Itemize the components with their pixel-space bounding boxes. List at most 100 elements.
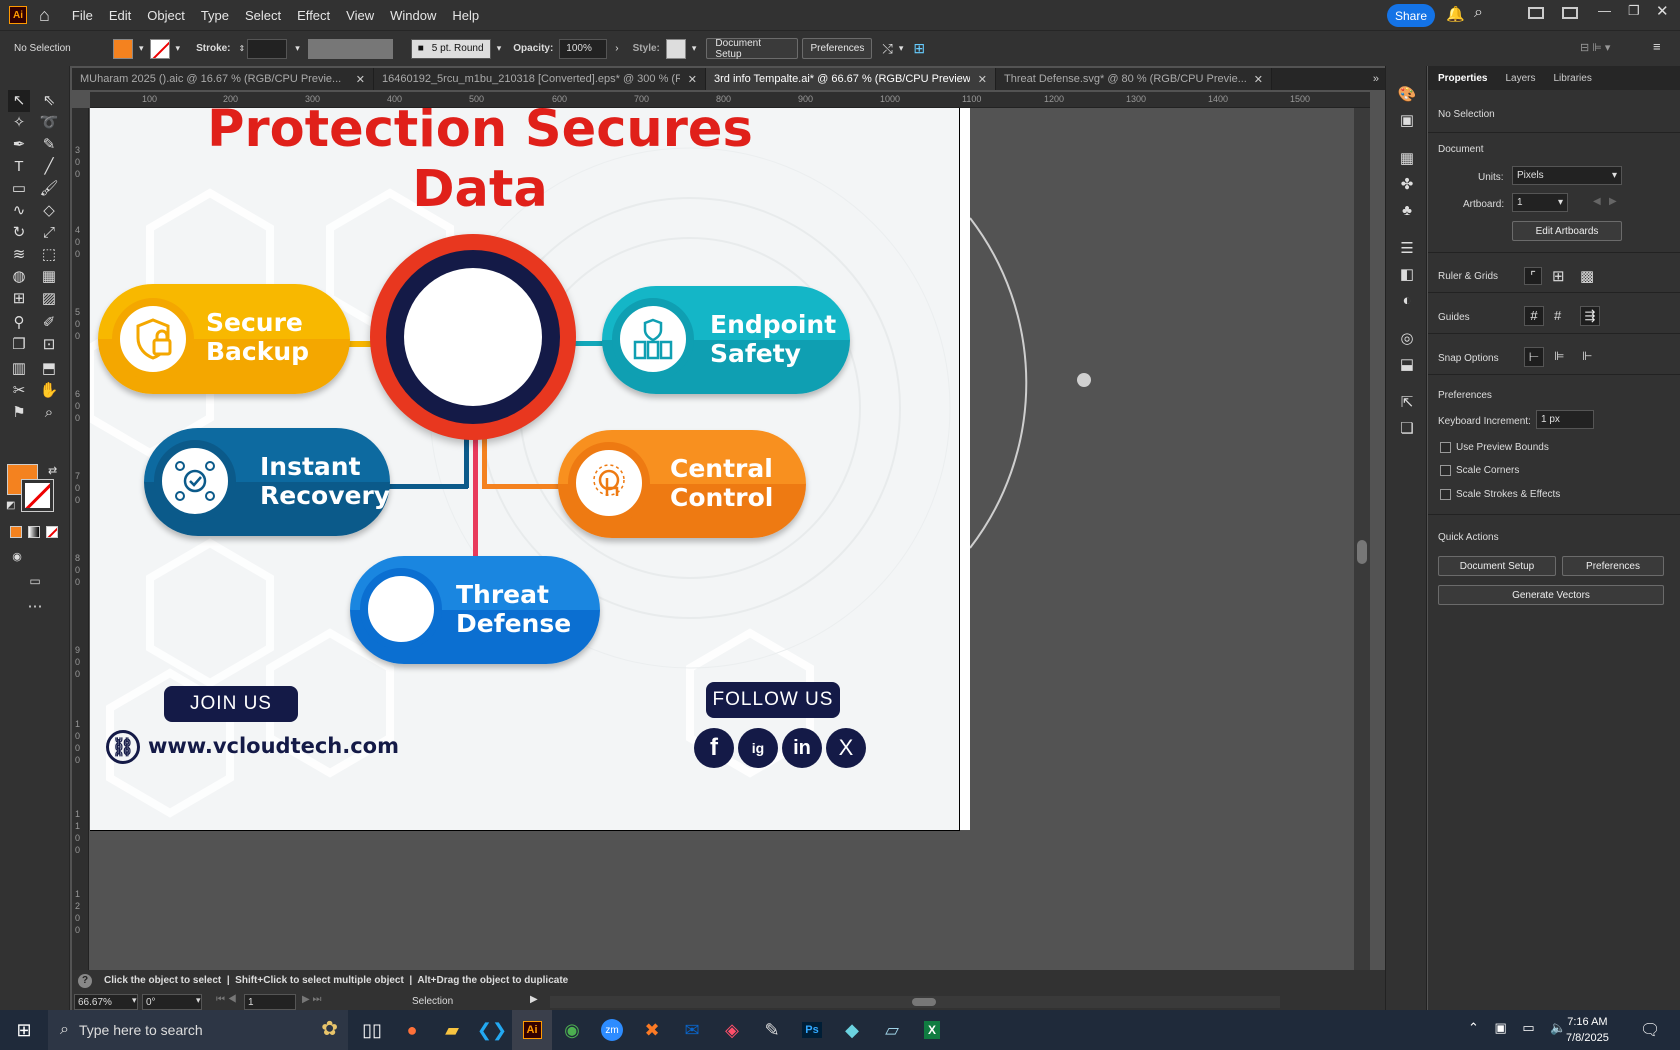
smart-guides-icon[interactable]: ⇶ [1580,306,1600,326]
snap-point-icon[interactable]: ⊢ [1524,347,1544,367]
vscode-icon[interactable]: ❮❯ [472,1010,512,1050]
menu-type[interactable]: Type [201,8,229,23]
doc-tab[interactable]: Threat Defense.svg* @ 80 % (RGB/CPU Prev… [996,68,1272,90]
color-panel-icon[interactable]: 🎨 [1396,84,1418,106]
perspective-icon[interactable]: ▦ [38,266,60,288]
export-icon[interactable]: ⇱ [1396,392,1418,414]
chevron-down-icon[interactable]: ▾ [497,43,502,54]
measure-icon[interactable]: ✐ [38,312,60,334]
taskbar-search[interactable]: ⌕ Type here to search ✿ [48,1010,348,1050]
units-dropdown[interactable]: Pixels ▾ [1512,166,1622,185]
rotate-icon[interactable]: ↻ [8,222,30,244]
direct-selection-tool-icon[interactable]: ⇖ [38,90,60,112]
task-view-icon[interactable]: ▯▯ [352,1010,392,1050]
notification-icon[interactable]: 🗨 [1640,1020,1660,1040]
chevron-right-icon[interactable]: › [615,43,618,54]
artboards-panel-icon[interactable]: ❏ [1396,418,1418,440]
chevron-down-icon[interactable]: ▾ [899,43,904,54]
slice-tool-icon[interactable]: ✂ [8,380,30,402]
variable-width-dropdown[interactable] [307,38,393,59]
transform-icon[interactable]: ⤭ [882,41,892,57]
preferences-button[interactable]: Preferences [1562,556,1664,576]
graph-tool-icon[interactable]: ▥ [8,358,30,380]
tab-libraries[interactable]: Libraries [1553,73,1591,84]
puppet-warp-icon[interactable]: ⚑ [8,402,30,424]
recolor-icon[interactable]: ⊞ [913,40,925,57]
type-tool-icon[interactable]: T [8,156,30,178]
artboard-tool-icon[interactable]: ⬒ [38,358,60,380]
tray-icons[interactable]: ⌃ ▣ ▭ 🔈 [1468,1020,1572,1036]
image-trace-icon[interactable]: ▣ [1396,110,1418,132]
lasso-icon[interactable]: ➰ [38,112,60,134]
chevron-down-icon[interactable]: ▾ [196,995,201,1006]
appearance-icon[interactable]: ◎ [1396,328,1418,350]
selection-tool-icon[interactable]: ↖ [8,90,30,112]
artboard-nav-icon[interactable]: ⏮ ◀ [216,994,237,1005]
minimize-icon[interactable]: — [1598,3,1611,18]
arrange-icon[interactable] [1528,7,1544,19]
magic-wand-icon[interactable]: ✧ [8,112,30,134]
chrome-icon[interactable]: ◉ [552,1010,592,1050]
brush-dropdown[interactable]: ■ 5 pt. Round [410,38,491,59]
warp-icon[interactable]: ≋ [8,244,30,266]
zoom-tool-icon[interactable]: ⌕ [38,402,60,424]
align-icon[interactable]: ⊟ ⊫ ▾ [1580,41,1610,54]
canvas-area[interactable]: Protection Secures Data Secure Backup En… [90,108,1370,970]
menu-icon[interactable]: ≡ [1653,39,1661,54]
status-arrow-icon[interactable]: ▶ [530,994,538,1005]
close-icon[interactable]: ✕ [1254,73,1263,86]
close-icon[interactable]: ✕ [978,73,987,86]
chevron-down-icon[interactable]: ▾ [692,43,697,54]
more-tools-icon[interactable]: ⋯ [24,596,46,618]
default-colors-icon[interactable]: ◩ [6,500,15,511]
chevron-down-icon[interactable]: ▾ [139,43,144,54]
app-notes-icon[interactable]: ▱ [872,1010,912,1050]
help-icon[interactable]: ? [78,974,92,988]
eyedropper-icon[interactable]: ⚲ [8,312,30,334]
firefox-icon[interactable]: ● [392,1010,432,1050]
vertical-scrollbar[interactable] [1354,108,1370,970]
stroke-stepper[interactable]: ⇕ [239,44,246,53]
color-mode-icon[interactable] [10,526,22,538]
screen-mode-icon[interactable]: ▭ [24,570,46,592]
app-gem-icon[interactable]: ◆ [832,1010,872,1050]
close-icon[interactable]: ✕ [356,73,365,86]
menu-window[interactable]: Window [390,8,436,23]
snap-grid-icon[interactable]: ⊫ [1554,349,1564,363]
hand-tool-icon[interactable]: ✋ [38,380,60,402]
pen-tool-icon[interactable]: ✒ [8,134,30,156]
scale-strokes-checkbox[interactable]: Scale Strokes & Effects [1440,489,1560,500]
creative-cloud-icon[interactable]: ◈ [712,1010,752,1050]
transparency-grid-icon[interactable]: ▩ [1580,267,1594,285]
snap-pixel-icon[interactable]: ⊩ [1582,349,1592,363]
shaper-icon[interactable]: ∿ [8,200,30,222]
chevron-down-icon[interactable]: ▾ [176,43,181,54]
graphic-styles-icon[interactable]: ⬓ [1396,354,1418,376]
edit-artboards-button[interactable]: Edit Artboards [1512,221,1622,241]
menu-effect[interactable]: Effect [297,8,330,23]
chevron-down-icon[interactable]: ▾ [295,43,300,54]
restore-icon[interactable]: ❐ [1628,3,1640,19]
artboard-nav-field[interactable]: 1 [244,994,296,1010]
gradient-panel-icon[interactable]: ◧ [1396,264,1418,286]
horizontal-scrollbar[interactable] [550,996,1280,1008]
menu-file[interactable]: File [72,8,93,23]
shape-builder-icon[interactable]: ◍ [8,266,30,288]
outlook-icon[interactable]: ✉ [672,1010,712,1050]
keyboard-increment-field[interactable]: 1 px [1536,410,1594,429]
tab-layers[interactable]: Layers [1505,73,1535,84]
preferences-button[interactable]: Preferences [802,38,873,59]
doc-tab-active[interactable]: 3rd info Tempalte.ai* @ 66.67 % (RGB/CPU… [706,68,996,90]
blend-icon[interactable]: ❐ [8,334,30,356]
document-setup-button[interactable]: Document Setup [706,38,799,60]
artboard[interactable]: Protection Secures Data Secure Backup En… [90,108,970,830]
stroke-swatch[interactable] [149,38,170,59]
mesh-icon[interactable]: ⊞ [8,288,30,310]
pen-app-icon[interactable]: ✎ [752,1010,792,1050]
stroke-weight-field[interactable] [247,38,288,59]
rectangle-tool-icon[interactable]: ▭ [8,178,30,200]
menu-view[interactable]: View [346,8,374,23]
close-icon[interactable]: ✕ [1656,2,1669,20]
tab-properties[interactable]: Properties [1438,73,1487,84]
clock[interactable]: 7:16 AM 7/8/2025 [1566,1014,1609,1046]
